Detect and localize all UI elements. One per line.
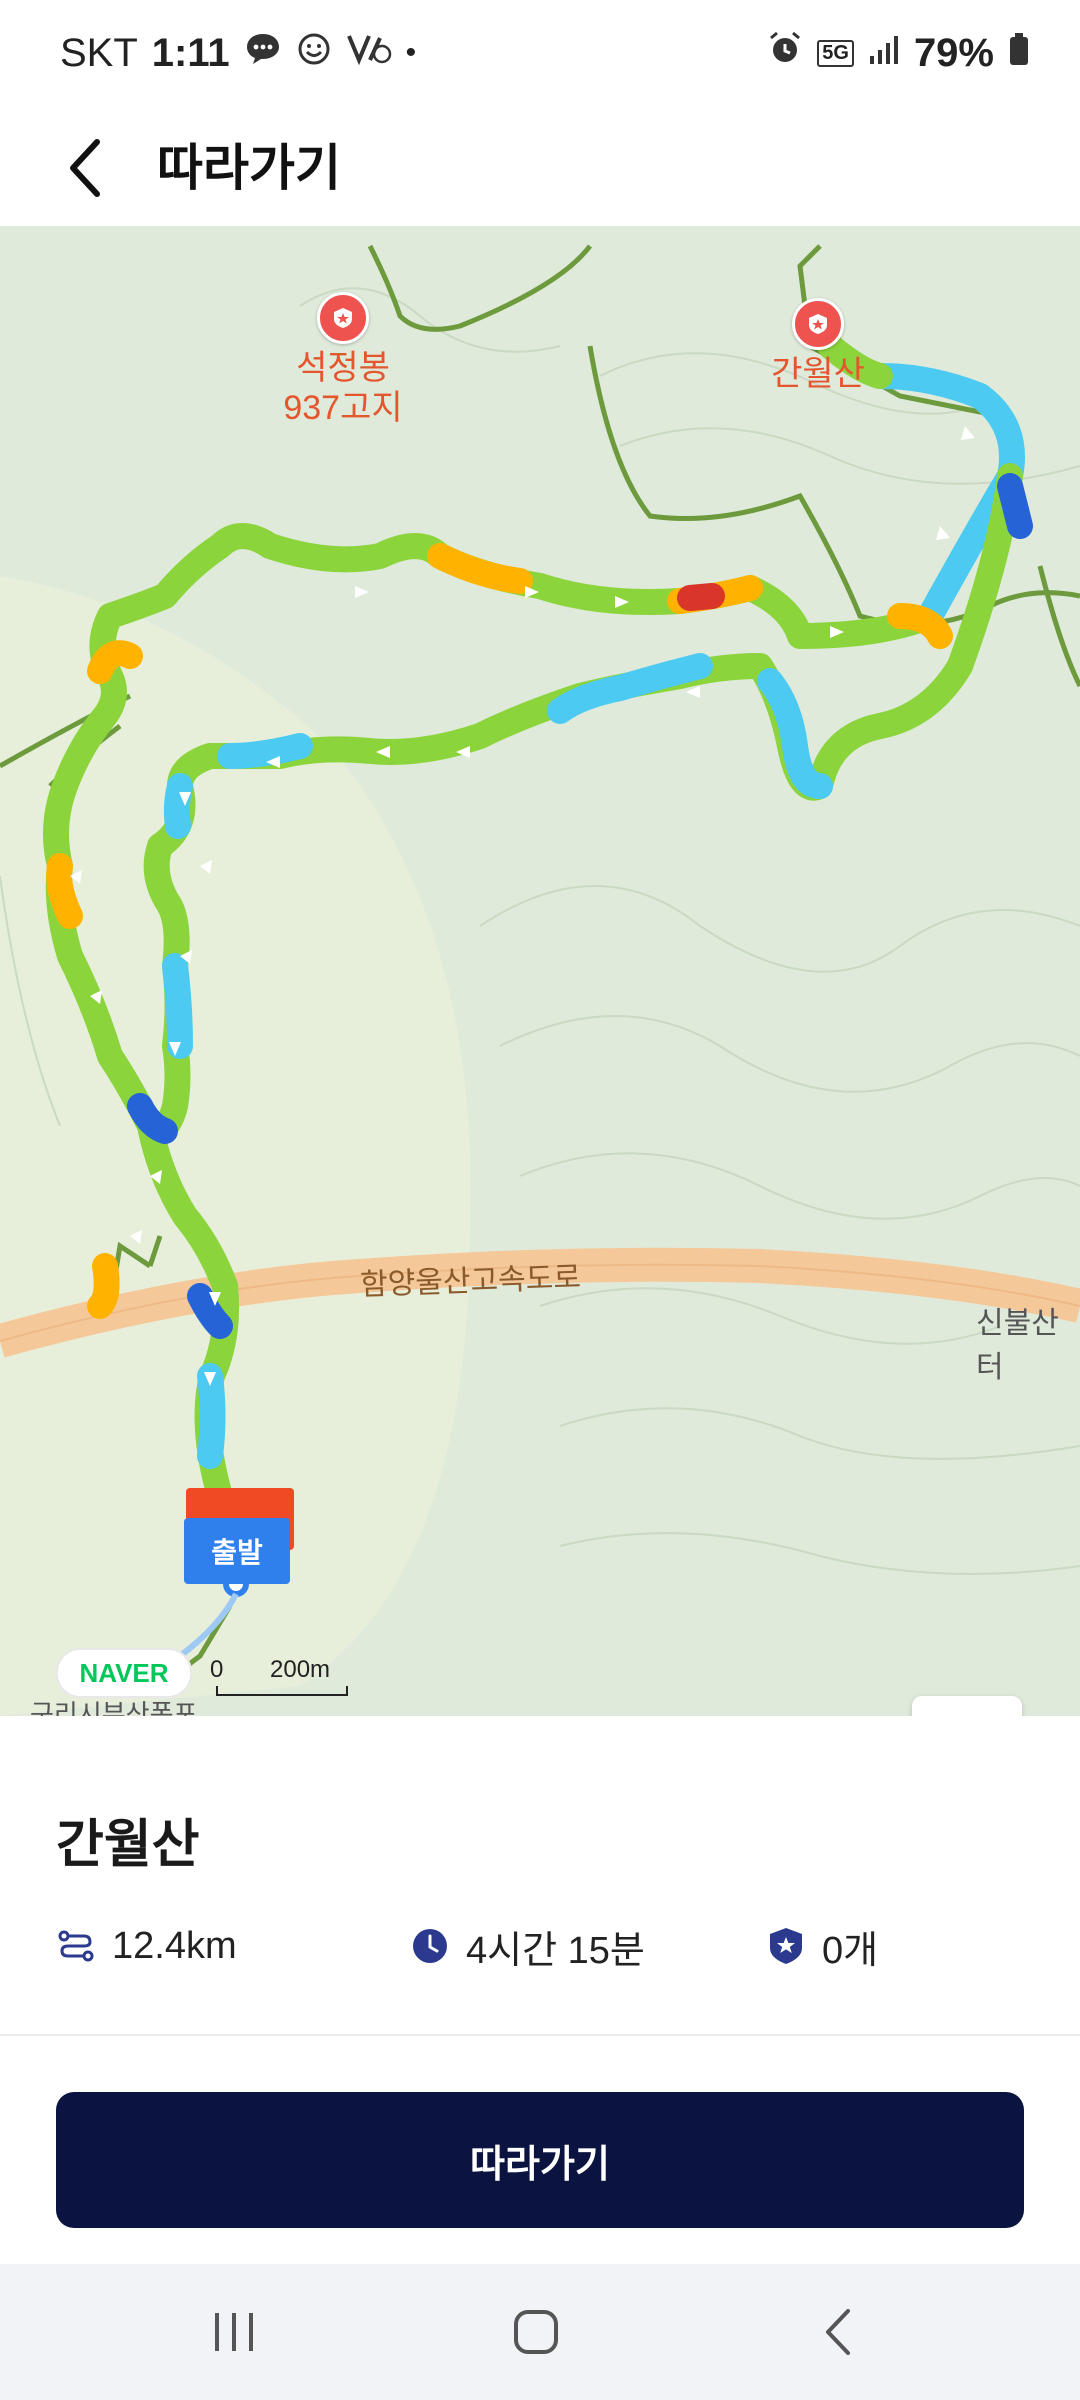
back-button[interactable] bbox=[50, 130, 120, 206]
alarm-icon bbox=[767, 30, 803, 76]
duration-value: 4시간 15분 bbox=[466, 1929, 645, 1972]
start-marker: 출발 bbox=[184, 1518, 290, 1584]
system-back-button[interactable] bbox=[778, 2294, 898, 2370]
peak-marker-ganwolsan[interactable]: 간월산 bbox=[758, 298, 878, 394]
elevation-toggle-button[interactable] bbox=[912, 1696, 1022, 1716]
stamp-badge-icon bbox=[770, 1928, 802, 1964]
scale-distance: 200m bbox=[270, 1656, 331, 1683]
carrier-label: SKT bbox=[60, 30, 138, 75]
network-badge: 5G bbox=[817, 39, 854, 67]
page-title: 따라가기 bbox=[157, 140, 341, 196]
map-scale: 0 200m bbox=[210, 1656, 350, 1696]
trail-map[interactable]: 석정봉 937고지 간월산 함양울산고속도로 신불산터 출발 NAVER 0 2… bbox=[0, 226, 1080, 1716]
recent-apps-button[interactable] bbox=[174, 2294, 294, 2370]
chevron-left-icon bbox=[70, 139, 100, 197]
clock-icon bbox=[413, 1929, 447, 1963]
vpn-icon bbox=[346, 30, 392, 76]
place-label-bottom: 구리시부산폭포 bbox=[30, 1699, 198, 1716]
signal-icon bbox=[868, 31, 900, 76]
peak-name-line2: 937고지 bbox=[283, 389, 403, 427]
trail-name: 간월산 bbox=[56, 1816, 200, 1874]
trail-info-sheet: 간월산 12.4km 4시간 15분 0개 따라가기 bbox=[0, 1720, 1080, 2264]
status-right: 5G 79% bbox=[767, 30, 1030, 76]
scale-zero: 0 bbox=[210, 1656, 224, 1683]
highway-label: 함양울산고속도로 bbox=[359, 1261, 582, 1302]
status-left: SKT 1:11 • bbox=[60, 30, 416, 76]
route-icon bbox=[58, 1930, 94, 1962]
home-button[interactable] bbox=[476, 2294, 596, 2370]
dot-icon: • bbox=[405, 36, 417, 69]
sheet-divider bbox=[0, 2034, 1080, 2036]
recent-apps-icon bbox=[215, 2313, 253, 2351]
battery-text: 79% bbox=[913, 30, 994, 75]
peak-name-line1: 석정봉 bbox=[296, 349, 390, 387]
status-time: 1:11 bbox=[151, 30, 230, 75]
peak-icon bbox=[792, 298, 844, 350]
peak-name-line1: 간월산 bbox=[771, 355, 865, 393]
distance-value: 12.4km bbox=[112, 1924, 237, 1967]
app-header: 따라가기 bbox=[0, 110, 1080, 226]
home-icon bbox=[514, 2310, 558, 2354]
peak-marker-seokjeongbong[interactable]: 석정봉 937고지 bbox=[278, 292, 408, 428]
map-tools-panel bbox=[912, 1696, 1022, 1716]
stamps-stat: 0개 bbox=[766, 1919, 878, 1974]
message-icon bbox=[244, 30, 282, 76]
peak-icon bbox=[317, 292, 369, 344]
back-arrow-icon bbox=[826, 2309, 850, 2355]
system-nav-bar bbox=[0, 2264, 1080, 2400]
distance-stat: 12.4km bbox=[56, 1925, 410, 1968]
follow-button[interactable]: 따라가기 bbox=[56, 2092, 1024, 2228]
stamps-value: 0개 bbox=[822, 1929, 879, 1972]
scale-bar bbox=[216, 1686, 348, 1696]
duration-stat: 4시간 15분 bbox=[410, 1919, 766, 1974]
map-canvas bbox=[0, 244, 1080, 1716]
battery-icon bbox=[1008, 31, 1030, 76]
road-label-right: 신불산터 bbox=[976, 1307, 1059, 1384]
status-bar: SKT 1:11 • 5G 79% bbox=[0, 0, 1080, 110]
trail-stats: 12.4km 4시간 15분 0개 bbox=[56, 1916, 1036, 1976]
naver-logo: NAVER bbox=[56, 1648, 192, 1698]
smiley-icon bbox=[296, 30, 332, 76]
